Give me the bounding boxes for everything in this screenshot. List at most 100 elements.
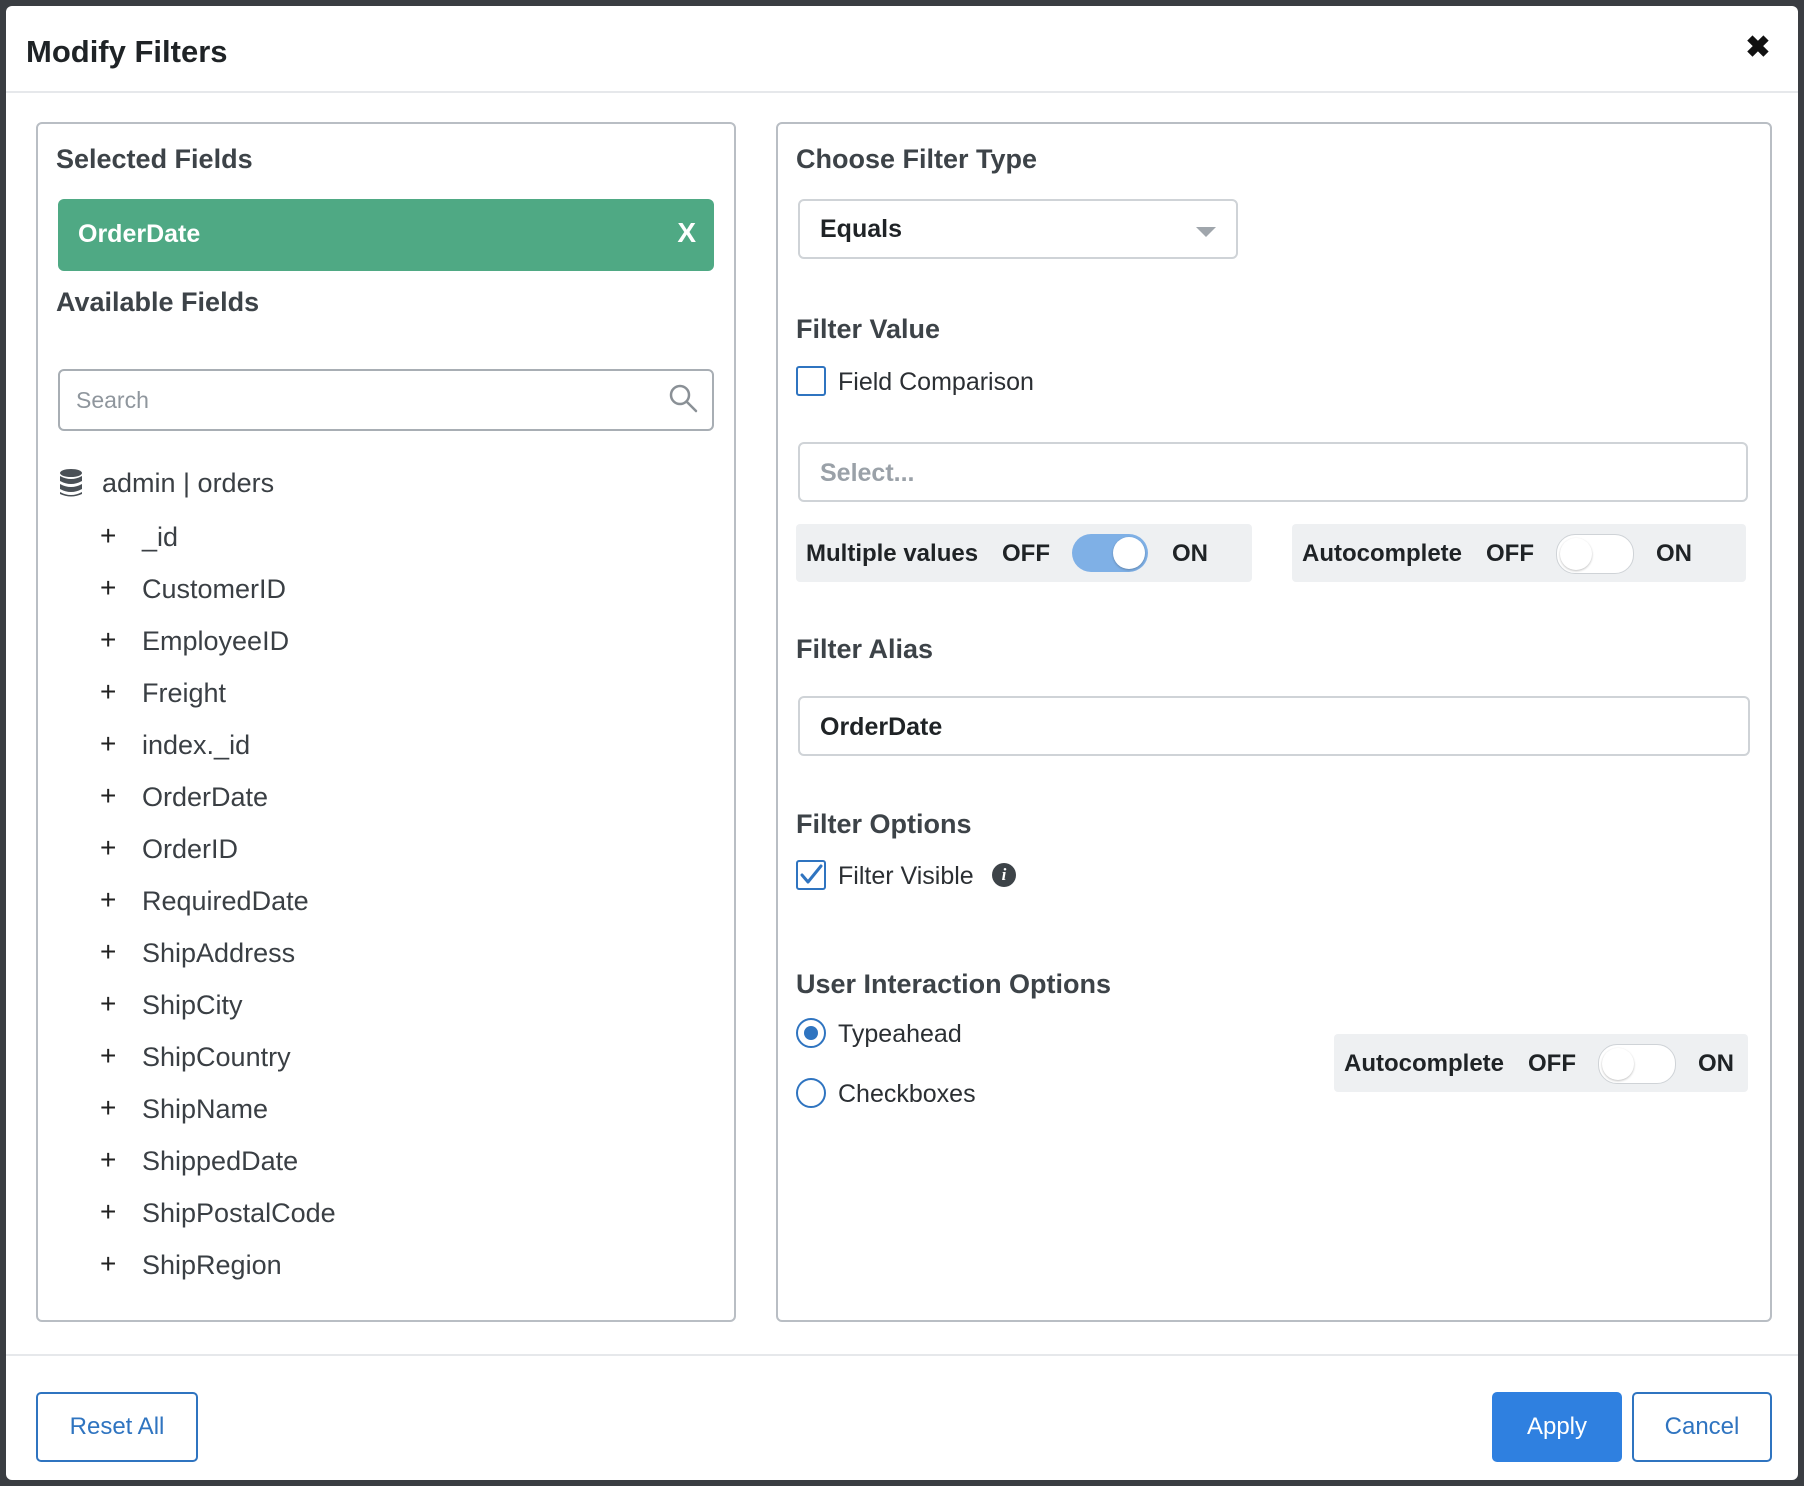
checkboxes-radio[interactable] — [796, 1078, 826, 1108]
plus-icon[interactable]: + — [100, 676, 116, 708]
plus-icon[interactable]: + — [100, 988, 116, 1020]
list-item[interactable]: + ShipName — [100, 1086, 700, 1138]
plus-icon[interactable]: + — [100, 728, 116, 760]
available-fields-heading: Available Fields — [56, 287, 260, 317]
field-name: OrderDate — [142, 782, 269, 812]
reset-all-button[interactable]: Reset All — [36, 1392, 198, 1462]
checkboxes-label: Checkboxes — [838, 1080, 976, 1108]
list-item[interactable]: + ShipAddress — [100, 930, 700, 982]
data-source-label: admin | orders — [102, 468, 275, 498]
field-comparison-label: Field Comparison — [838, 368, 1034, 396]
multiple-values-toggle-group: Multiple values OFF ON — [796, 524, 1252, 582]
apply-button[interactable]: Apply — [1492, 1392, 1622, 1462]
field-name: ShipCountry — [142, 1042, 291, 1072]
plus-icon[interactable]: + — [100, 1040, 116, 1072]
autocomplete-label: Autocomplete — [1302, 540, 1463, 567]
dialog-header: Modify Filters ✖ — [6, 6, 1798, 93]
list-item[interactable]: + index._id — [100, 722, 700, 774]
autocomplete-toggle-group: Autocomplete OFF ON — [1292, 524, 1746, 582]
field-name: Freight — [142, 678, 227, 708]
remove-field-button[interactable]: X — [677, 217, 696, 249]
autocomplete-off-label: OFF — [1528, 1050, 1576, 1077]
checkmark-icon — [800, 864, 823, 884]
list-item[interactable]: + Freight — [100, 670, 700, 722]
available-field-list: + _id + CustomerID + EmployeeID + Freight + index… — [100, 514, 700, 1294]
field-name: ShipAddress — [142, 938, 296, 968]
field-name: OrderID — [142, 834, 239, 864]
filter-value-input[interactable] — [818, 454, 1722, 492]
info-icon[interactable]: i — [992, 863, 1016, 887]
list-item[interactable]: + ShipCountry — [100, 1034, 700, 1086]
list-item[interactable]: + ShipRegion — [100, 1242, 700, 1294]
multiple-values-off-label: OFF — [1002, 540, 1050, 567]
list-item[interactable]: + OrderDate — [100, 774, 700, 826]
interaction-autocomplete-switch[interactable] — [1598, 1044, 1676, 1084]
filter-value-heading: Filter Value — [796, 314, 941, 344]
switch-knob — [1602, 1048, 1634, 1080]
field-name: ShipRegion — [142, 1250, 282, 1280]
plus-icon[interactable]: + — [100, 572, 116, 604]
field-name: CustomerID — [142, 574, 287, 604]
filter-settings-panel: Choose Filter Type Equals Filter Value F… — [776, 122, 1772, 1322]
plus-icon[interactable]: + — [100, 520, 116, 552]
field-comparison-checkbox[interactable] — [796, 366, 826, 396]
field-name: ShippedDate — [142, 1146, 299, 1176]
autocomplete-on-label: ON — [1656, 540, 1692, 567]
autocomplete-switch[interactable] — [1556, 534, 1634, 574]
list-item[interactable]: + _id — [100, 514, 700, 566]
modify-filters-dialog: Modify Filters ✖ Selected Fields OrderDa… — [6, 6, 1798, 1480]
list-item[interactable]: + RequiredDate — [100, 878, 700, 930]
switch-knob — [1113, 537, 1145, 569]
plus-icon[interactable]: + — [100, 1196, 116, 1228]
multiple-values-switch[interactable] — [1072, 534, 1148, 572]
typeahead-label: Typeahead — [838, 1020, 962, 1048]
filter-visible-checkbox[interactable] — [796, 860, 826, 890]
multiple-values-on-label: ON — [1172, 540, 1208, 567]
field-search-box — [58, 369, 714, 431]
close-icon[interactable]: ✖ — [1740, 30, 1776, 66]
filter-alias-heading: Filter Alias — [796, 634, 934, 664]
cancel-button[interactable]: Cancel — [1632, 1392, 1772, 1462]
plus-icon[interactable]: + — [100, 832, 116, 864]
autocomplete-off-label: OFF — [1486, 540, 1534, 567]
filter-type-heading: Choose Filter Type — [796, 144, 1038, 174]
search-input[interactable] — [74, 379, 638, 421]
plus-icon[interactable]: + — [100, 1248, 116, 1280]
selected-field-label: OrderDate — [78, 220, 201, 248]
database-icon — [60, 469, 82, 497]
plus-icon[interactable]: + — [100, 936, 116, 968]
multiple-values-label: Multiple values — [806, 540, 979, 567]
list-item[interactable]: + ShipCity — [100, 982, 700, 1034]
plus-icon[interactable]: + — [100, 1092, 116, 1124]
selected-fields-heading: Selected Fields — [56, 144, 253, 174]
list-item[interactable]: + EmployeeID — [100, 618, 700, 670]
plus-icon[interactable]: + — [100, 780, 116, 812]
filter-value-select[interactable] — [798, 442, 1748, 502]
field-name: _id — [142, 522, 179, 552]
autocomplete-on-label: ON — [1698, 1050, 1734, 1077]
list-item[interactable]: + CustomerID — [100, 566, 700, 618]
selected-field-chip[interactable]: OrderDate X — [58, 199, 714, 271]
typeahead-radio[interactable] — [796, 1018, 826, 1048]
search-icon[interactable] — [666, 381, 700, 415]
plus-icon[interactable]: + — [100, 624, 116, 656]
list-item[interactable]: + ShippedDate — [100, 1138, 700, 1190]
filter-type-select[interactable]: Equals — [798, 199, 1238, 259]
plus-icon[interactable]: + — [100, 884, 116, 916]
user-interaction-heading: User Interaction Options — [796, 969, 1112, 999]
dialog-title: Modify Filters — [26, 34, 228, 69]
filter-alias-input[interactable] — [818, 708, 1722, 746]
field-name: ShipCity — [142, 990, 243, 1020]
dialog-footer: Reset All Apply Cancel — [6, 1354, 1798, 1480]
field-name: EmployeeID — [142, 626, 290, 656]
field-name: RequiredDate — [142, 886, 309, 916]
plus-icon[interactable]: + — [100, 1144, 116, 1176]
filter-alias-field[interactable] — [798, 696, 1750, 756]
list-item[interactable]: + OrderID — [100, 826, 700, 878]
autocomplete-label: Autocomplete — [1344, 1050, 1505, 1077]
list-item[interactable]: + ShipPostalCode — [100, 1190, 700, 1242]
switch-knob — [1560, 538, 1592, 570]
chevron-down-icon — [1196, 227, 1216, 237]
field-name: ShipName — [142, 1094, 269, 1124]
field-name: index._id — [142, 730, 251, 760]
